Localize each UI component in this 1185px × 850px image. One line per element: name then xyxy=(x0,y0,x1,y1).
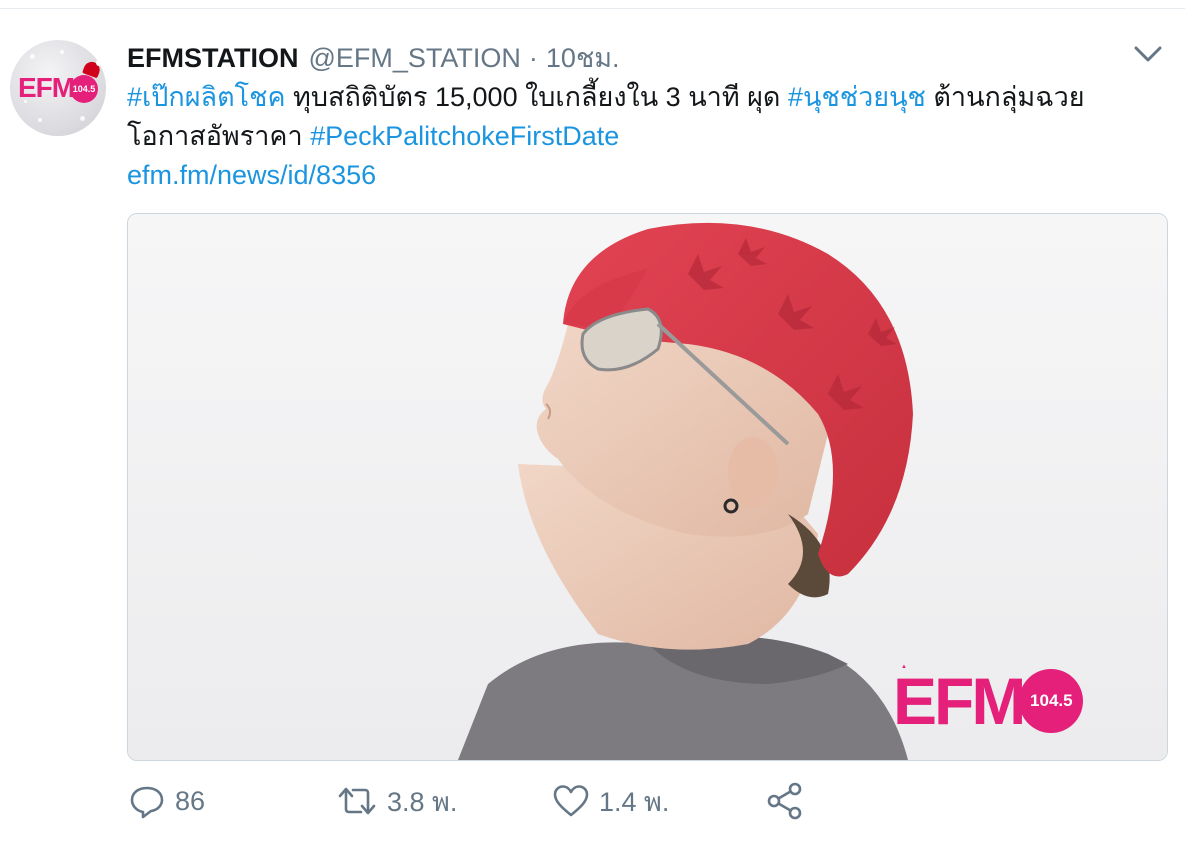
watermark-badge: 104.5 xyxy=(1019,669,1084,733)
tweet-text: #เป๊กผลิตโชค ทุบสถิติบัตร 15,000 ใบเกลี้… xyxy=(127,78,1177,195)
tweet-text-segment: โอกาสอัพราคา xyxy=(127,121,311,151)
separator-dot: · xyxy=(528,43,538,73)
tweet-url-line: efm.fm/news/id/8356 xyxy=(127,156,1177,195)
tweet-text-line-2: โอกาสอัพราคา #PeckPalitchokeFirstDate xyxy=(127,117,1177,156)
avatar-logo-badge: 104.5 xyxy=(70,75,98,103)
hashtag-link[interactable]: #PeckPalitchokeFirstDate xyxy=(310,121,619,151)
retweet-icon xyxy=(338,787,376,815)
chevron-down-icon[interactable] xyxy=(1128,40,1168,68)
tweet-text-line-1: #เป๊กผลิตโชค ทุบสถิติบัตร 15,000 ใบเกลี้… xyxy=(127,78,1177,117)
heart-icon xyxy=(553,785,589,817)
top-divider xyxy=(0,8,1185,9)
reply-button[interactable]: 86 xyxy=(129,776,205,826)
user-handle[interactable]: @EFM_STATION xyxy=(308,43,520,74)
avatar[interactable]: EFM 104.5 xyxy=(10,40,106,136)
retweet-count: 3.8 พ. xyxy=(387,786,458,817)
tweet-actions: 86 3.8 พ. 1.4 พ. xyxy=(127,776,1167,826)
tweet-text-segment: ทุบสถิติบัตร 15,000 ใบเกลี้ยงใน 3 นาที ผ… xyxy=(285,82,788,112)
media-image[interactable]: ▲ EFM 104.5 xyxy=(127,213,1168,761)
share-button[interactable] xyxy=(765,776,805,826)
share-icon xyxy=(767,782,802,820)
efm-watermark-logo: ▲ EFM 104.5 xyxy=(893,664,1084,738)
display-name[interactable]: EFMSTATION xyxy=(127,43,298,74)
watermark-text: EFM xyxy=(893,664,1026,738)
tweet-timestamp[interactable]: 10ชม. xyxy=(546,36,620,79)
url-link[interactable]: efm.fm/news/id/8356 xyxy=(127,160,376,190)
like-button[interactable]: 1.4 พ. xyxy=(553,776,669,826)
reply-count: 86 xyxy=(175,785,206,816)
tweet-text-segment: ต้านกลุ่มฉวย xyxy=(925,82,1085,112)
tweet-header: EFMSTATION @EFM_STATION · 10ชม. xyxy=(127,36,620,74)
hashtag-link[interactable]: #เป๊กผลิตโชค xyxy=(127,82,286,112)
avatar-logo-text: EFM xyxy=(18,72,75,103)
hashtag-link[interactable]: #นุชช่วยนุช xyxy=(788,82,926,112)
retweet-button[interactable]: 3.8 พ. xyxy=(337,776,457,826)
like-count: 1.4 พ. xyxy=(599,786,670,817)
reply-icon xyxy=(130,786,164,819)
